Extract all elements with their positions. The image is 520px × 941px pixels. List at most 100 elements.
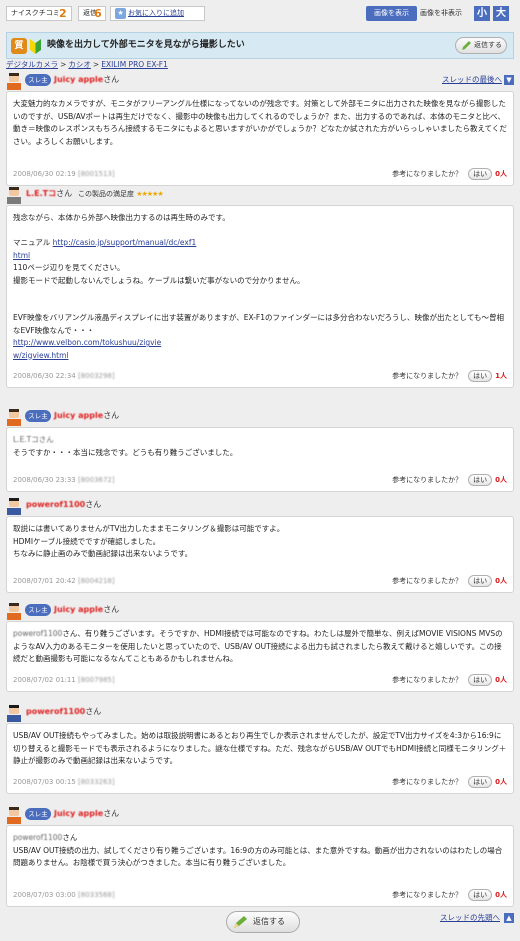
add-favorite-link[interactable]: ★ お気に入りに追加 [110, 6, 205, 21]
helpful-question: 参考になりましたか？ [392, 778, 463, 786]
avatar-icon [7, 705, 21, 722]
helpful-count: 0人 [495, 891, 507, 899]
to-thread-end-link[interactable]: スレッドの最後へ ▼ [442, 74, 514, 86]
manual-link-cont[interactable]: html [13, 251, 30, 260]
post-date: 2008/07/03 00:15 [13, 778, 76, 786]
username[interactable]: Juicy appleさん [54, 410, 119, 422]
helpful-count: 0人 [495, 170, 507, 178]
reply-button-top[interactable]: 返信する [455, 37, 507, 54]
addressee-name: powerof1100 [13, 629, 63, 638]
reply-button-bottom[interactable]: 返信する [226, 911, 300, 933]
username-text: powerof1100 [26, 707, 86, 716]
post-card: L.E.Tコさん そうですか・・・本当に残念です。どうも有り難うございました。 … [6, 427, 514, 492]
username-text: Juicy apple [54, 411, 104, 420]
helpful-yes-button[interactable]: はい [468, 776, 493, 788]
beginner-mark-icon [30, 39, 41, 54]
post-body: USB/AV OUT接続もやってみました。始めは取扱説明書にあるとおり再生でしか… [13, 731, 507, 765]
post-date: 2008/07/01 20:42 [13, 577, 76, 585]
favorite-icon: ★ [115, 8, 126, 19]
reply-counter: 返信 6 [78, 6, 106, 21]
helpful-vote: 参考になりましたか？ はい 0人 [392, 776, 507, 789]
breadcrumb: デジタルカメラ > カシオ > EXILIM PRO EX-F1 [6, 60, 168, 69]
post-card: 大変魅力的なカメラですが、モニタがフリーアングル仕様になってないのが残念です。対… [6, 91, 514, 186]
show-images-button[interactable]: 画像を表示 [366, 6, 417, 21]
breadcrumb-casio[interactable]: カシオ [68, 60, 91, 69]
avatar-icon [7, 187, 21, 204]
post-date: 2008/06/30 23:33 [13, 476, 76, 484]
helpful-vote: 参考になりましたか？ はい 1人 [392, 370, 507, 383]
body-line: そうですか・・・本当に残念です。どうも有り難うございました。 [13, 447, 238, 457]
post-id: [8007985] [77, 676, 115, 684]
username[interactable]: powerof1100さん [26, 706, 101, 718]
reply-count: 6 [94, 7, 102, 20]
velbon-link-cont[interactable]: w/zigview.html [13, 351, 69, 360]
helpful-vote: 参考になりましたか？ はい 0人 [392, 889, 507, 902]
helpful-yes-button[interactable]: はい [468, 168, 493, 180]
helpful-question: 参考になりましたか？ [392, 170, 463, 178]
naisu-label: ナイスクチコミ [11, 9, 60, 17]
post-id: [8003672] [77, 476, 115, 484]
username[interactable]: Juicy appleさん [54, 74, 119, 86]
hide-images-link[interactable]: 画像を非表示 [420, 6, 462, 21]
helpful-yes-button[interactable]: はい [468, 575, 493, 587]
thread-owner-badge: スレ主 [25, 808, 51, 820]
username[interactable]: L.E.Tコさん [26, 188, 72, 200]
san-suffix: さん [103, 75, 120, 84]
naisu-count: 2 [59, 7, 67, 20]
san-suffix: さん [103, 809, 120, 818]
top-toolbar: ナイスクチコミ 2 返信 6 ★ お気に入りに追加 画像を表示 画像を非表示 小… [0, 0, 520, 26]
font-size-small-button[interactable]: 小 [474, 6, 490, 21]
velbon-link[interactable]: http://www.velbon.com/tokushuu/zigvie [13, 338, 161, 347]
to-latest-label: スレッドの最後へ [442, 75, 502, 84]
helpful-yes-button[interactable]: はい [468, 889, 493, 901]
pencil-icon [234, 916, 247, 928]
body-line: 撮影モードで起動しないんでしょうね。ケーブルは繋いだ事がないので分かりません。 [13, 275, 305, 285]
san-suffix: さん [62, 833, 78, 842]
helpful-yes-button[interactable]: はい [468, 370, 493, 382]
post-date: 2008/07/02 01:11 [13, 676, 76, 684]
username-text: powerof1100 [26, 500, 86, 509]
manual-link[interactable]: http://casio.jp/support/manual/dc/exf1 [53, 238, 197, 247]
naisu-kuchikomi-counter: ナイスクチコミ 2 [6, 6, 72, 21]
font-size-large-button[interactable]: 大 [493, 6, 509, 21]
username-text: Juicy apple [54, 605, 104, 614]
post-meta: 2008/07/01 20:42 [8004218] [13, 576, 115, 586]
post-card: powerof1100さん、有り難うございます。そうですか、HDMI接続では可能… [6, 621, 514, 692]
post-id: [8004218] [77, 577, 115, 585]
helpful-yes-button[interactable]: はい [468, 474, 493, 486]
avatar-icon [7, 807, 21, 824]
post-body: 残念ながら、本体から外部へ映像出力するのは再生時のみです。 マニュアル http… [13, 212, 507, 362]
post-date: 2008/06/30 02:19 [13, 170, 76, 178]
reply-button-label: 返信する [253, 917, 285, 926]
post-meta: 2008/06/30 23:33 [8003672] [13, 475, 115, 485]
to-thread-top-link[interactable]: スレッドの先頭へ ▲ [440, 912, 514, 924]
username[interactable]: Juicy appleさん [54, 604, 119, 616]
breadcrumb-exilim-pro-ex-f1[interactable]: EXILIM PRO EX-F1 [101, 60, 168, 69]
helpful-yes-button[interactable]: はい [468, 674, 493, 686]
favorite-label: お気に入りに追加 [128, 9, 184, 17]
reply-button-label: 返信する [474, 41, 502, 49]
helpful-count: 0人 [495, 476, 507, 484]
post-header: スレ主 Juicy appleさん [6, 602, 514, 622]
username[interactable]: powerof1100さん [26, 499, 101, 511]
helpful-question: 参考になりましたか？ [392, 676, 463, 684]
avatar-icon [7, 498, 21, 515]
avatar-icon [7, 603, 21, 620]
post-meta: 2008/07/03 03:00 [8033568] [13, 890, 115, 900]
helpful-count: 1人 [495, 372, 507, 380]
addressee-name: powerof1100 [13, 833, 63, 842]
post-meta: 2008/06/30 02:19 [8001513] [13, 169, 115, 179]
username[interactable]: Juicy appleさん [54, 808, 119, 820]
post-meta: 2008/07/03 00:15 [8033263] [13, 777, 115, 787]
product-rating: この製品の満足度 ★★★★★ [78, 189, 164, 199]
body-text: さん、有り難うございます。そうですか、HDMI接続では可能なのですね。わたしは屋… [13, 629, 503, 663]
helpful-count: 0人 [495, 577, 507, 585]
breadcrumb-digital-camera[interactable]: デジタルカメラ [6, 60, 58, 69]
username-text: Juicy apple [54, 75, 104, 84]
helpful-vote: 参考になりましたか？ はい 0人 [392, 474, 507, 487]
post-header: powerof1100さん [6, 704, 514, 724]
post-card: 残念ながら、本体から外部へ映像出力するのは再生時のみです。 マニュアル http… [6, 205, 514, 388]
post-header: L.E.Tコさん この製品の満足度 ★★★★★ [6, 186, 514, 206]
san-suffix: さん [85, 707, 102, 716]
post-card: USB/AV OUT接続もやってみました。始めは取扱説明書にあるとおり再生でしか… [6, 723, 514, 794]
